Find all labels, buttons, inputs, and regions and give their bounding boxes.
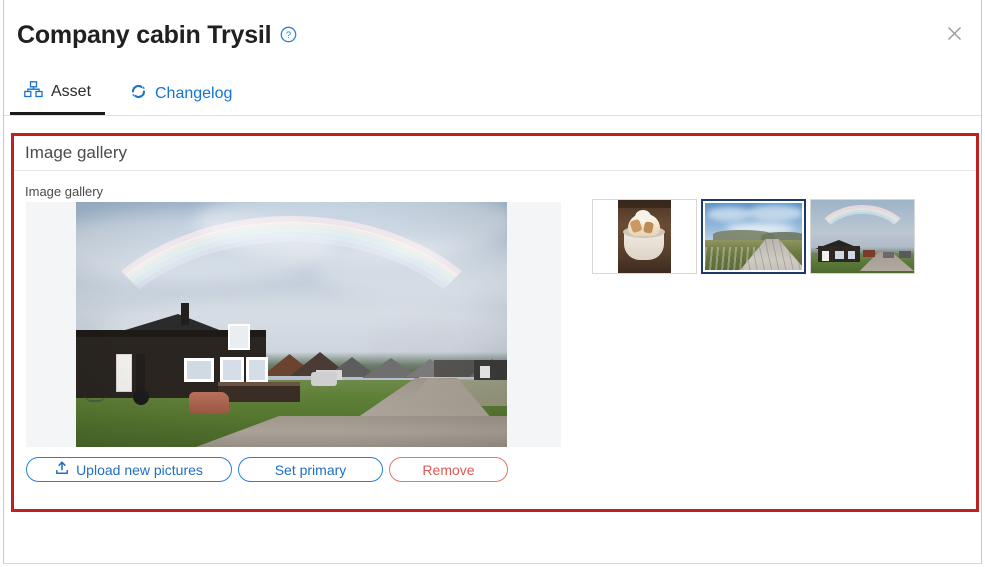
- help-circle-icon[interactable]: ?: [280, 26, 297, 43]
- thumbnail-item[interactable]: [701, 199, 806, 274]
- svg-text:?: ?: [286, 30, 291, 41]
- upload-new-pictures-button[interactable]: Upload new pictures: [26, 457, 232, 482]
- close-icon: [947, 26, 961, 40]
- upload-icon: [55, 461, 69, 478]
- main-image-preview[interactable]: [26, 202, 561, 447]
- tab-changelog-label: Changelog: [155, 84, 233, 102]
- org-chart-icon: [24, 81, 43, 103]
- thumbnail-item[interactable]: [810, 199, 915, 274]
- thumbnail-image-boardwalk: [705, 203, 802, 270]
- panel-header: Image gallery: [14, 136, 976, 171]
- gallery-actions: Upload new pictures Set primary Remove: [26, 457, 508, 482]
- set-primary-button[interactable]: Set primary: [238, 457, 383, 482]
- remove-label: Remove: [422, 461, 475, 478]
- tab-asset[interactable]: Asset: [10, 72, 106, 115]
- thumbnail-image-dessert: [618, 200, 671, 273]
- upload-new-pictures-label: Upload new pictures: [76, 461, 203, 478]
- main-image: [76, 202, 507, 447]
- sync-arrows-icon: [130, 83, 147, 105]
- image-gallery-panel: Image gallery Image gallery Upload new p…: [11, 133, 979, 512]
- remove-button[interactable]: Remove: [389, 457, 508, 482]
- tab-asset-label: Asset: [51, 83, 92, 100]
- tab-bar: Asset Changelog: [4, 72, 981, 116]
- asset-dialog: Company cabin Trysil ? Asset Changelog I…: [3, 0, 982, 564]
- thumbnail-item[interactable]: [592, 199, 697, 274]
- page-title: Company cabin Trysil: [17, 21, 272, 49]
- thumbnail-image-cabin-rainbow: [811, 200, 914, 273]
- thumbnail-strip: [592, 199, 919, 274]
- set-primary-label: Set primary: [274, 461, 347, 478]
- close-button[interactable]: [941, 20, 967, 46]
- tab-changelog[interactable]: Changelog: [116, 72, 246, 115]
- panel-title: Image gallery: [25, 143, 128, 162]
- dialog-header: Company cabin Trysil ?: [4, 0, 981, 72]
- image-gallery-field-label: Image gallery: [25, 184, 104, 199]
